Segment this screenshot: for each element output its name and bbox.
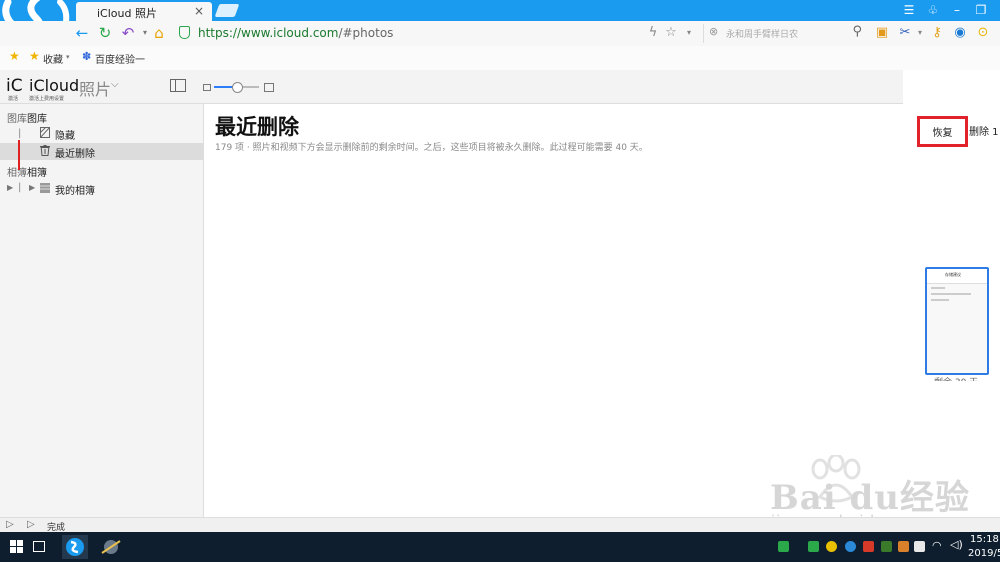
paw-icon: ✽ bbox=[82, 50, 92, 63]
nvidia-tray-icon[interactable] bbox=[881, 541, 892, 552]
thumbnail-line bbox=[931, 299, 949, 301]
tab-icloud-photos[interactable]: iCloud 照片 × bbox=[76, 2, 212, 21]
more-icon[interactable]: ⊙ bbox=[974, 24, 992, 42]
magnifier-extension-icon[interactable]: ◉ bbox=[951, 24, 969, 42]
favorite-star-icon[interactable]: ☆ bbox=[662, 24, 680, 42]
thumbnail-line bbox=[931, 287, 945, 289]
emoji-tray-icon[interactable] bbox=[826, 541, 837, 552]
zoom-slider-thumb[interactable] bbox=[231, 82, 243, 93]
restore-window-icon[interactable]: ❐ bbox=[970, 0, 992, 21]
trash-icon bbox=[40, 145, 50, 156]
restore-button[interactable]: 恢复 bbox=[917, 116, 968, 147]
clock-date[interactable]: 2019/5/ bbox=[968, 548, 1000, 559]
sidebar-item-label: 隐藏 bbox=[55, 131, 75, 142]
bookmark-favorites[interactable]: 收藏 bbox=[43, 51, 63, 66]
status-bar: ▷ ▷ 完成 bbox=[0, 517, 1000, 533]
icloud-short-subtitle: 激活 bbox=[8, 96, 19, 102]
sogou-input-tray-icon[interactable] bbox=[778, 541, 789, 552]
key-icon[interactable]: ⚷ bbox=[928, 24, 946, 42]
library-prefix: 图库 bbox=[7, 114, 27, 125]
secure-shield-icon bbox=[179, 26, 190, 39]
sidebar-item-label: 最近删除 bbox=[55, 149, 95, 160]
display-tray-icon[interactable] bbox=[914, 541, 925, 552]
star-icon: ★ bbox=[29, 49, 40, 63]
task-view-icon[interactable] bbox=[33, 541, 45, 552]
thumbnail-header: 存储建议 bbox=[927, 269, 987, 284]
menu-icon[interactable]: ☰ bbox=[898, 0, 920, 21]
sidebar-toggle-icon[interactable] bbox=[170, 79, 186, 92]
back-icon[interactable]: ← bbox=[72, 24, 92, 42]
tab-title: iCloud 照片 bbox=[97, 7, 157, 20]
step-icon[interactable]: ▷ bbox=[27, 519, 35, 530]
icloud-title[interactable]: iCloud bbox=[29, 76, 79, 95]
bookmark-star-icon[interactable]: ★ bbox=[9, 49, 20, 63]
library-heading[interactable]: 图库 bbox=[27, 110, 47, 125]
clock-time[interactable]: 15:18 bbox=[970, 534, 999, 545]
zoom-slider[interactable] bbox=[214, 82, 259, 93]
thumbnail-line bbox=[931, 293, 971, 295]
url-path: /#photos bbox=[338, 26, 394, 40]
wifi-icon[interactable]: ◠ bbox=[932, 539, 942, 552]
scissors-dropdown-icon[interactable]: ▾ bbox=[911, 24, 929, 42]
satellite-app-taskbar-icon[interactable] bbox=[98, 535, 124, 559]
restore-button-label: 恢复 bbox=[932, 128, 953, 139]
url-input[interactable]: https://www.icloud.com/#photos bbox=[174, 24, 694, 43]
bookmarks-bar: ★ ★ 收藏 ▾ ✽ 百度经验一 bbox=[0, 46, 1000, 71]
photo-thumbnail-selected[interactable]: 存储建议 bbox=[925, 267, 989, 375]
albums-heading[interactable]: 相簿 bbox=[27, 164, 47, 179]
search-icon[interactable]: ⚲ bbox=[852, 24, 862, 39]
favorites-dropdown-icon[interactable]: ▾ bbox=[66, 53, 70, 61]
windows-start-icon[interactable] bbox=[10, 540, 23, 553]
lightning-icon[interactable]: ϟ bbox=[644, 24, 662, 42]
url-domain: https://www.icloud.com bbox=[198, 26, 339, 40]
sidebar-item-hidden[interactable]: 隐藏 bbox=[0, 125, 203, 142]
icloud-short-logo: iC bbox=[6, 76, 23, 96]
minimize-icon[interactable]: – bbox=[946, 0, 968, 21]
icloud-toolbar: iC 激活 iCloud 照片 ⌵ 激活上费用设置 bbox=[0, 70, 903, 104]
url-dropdown-icon[interactable]: ▾ bbox=[680, 24, 698, 42]
annotation-red-mark bbox=[18, 140, 20, 170]
page-title: 最近删除 bbox=[215, 115, 299, 139]
icloud-subtitle: 激活上费用设置 bbox=[29, 96, 65, 102]
albums-prefix: 相簿 bbox=[7, 168, 27, 179]
sidebar-item-my-albums[interactable]: 我的相簿 bbox=[0, 180, 203, 197]
search-input[interactable]: ⊗ 永和周手臂样日农 ⚲ bbox=[703, 24, 864, 43]
page-description: 179 项 · 照片和视频下方会显示删除前的剩余时间。之后，这些项目将被永久删除… bbox=[215, 143, 648, 153]
app-name[interactable]: 照片 bbox=[79, 76, 111, 100]
sidebar-item-label: 我的相簿 bbox=[55, 186, 95, 197]
home-icon[interactable]: ⌂ bbox=[149, 24, 169, 42]
delete-button[interactable]: 删除 1 项 bbox=[969, 123, 1000, 138]
thumbnail-remaining-days: 剩余 30 天 bbox=[934, 375, 978, 381]
bookmark-baidu-jingyan[interactable]: 百度经验一 bbox=[95, 51, 145, 66]
security-tray-icon[interactable] bbox=[808, 541, 819, 552]
search-engine-icon: ⊗ bbox=[709, 25, 719, 38]
volume-icon[interactable]: ◁) bbox=[950, 538, 963, 551]
updater-tray-icon[interactable] bbox=[898, 541, 909, 552]
sogou-browser-taskbar-icon[interactable] bbox=[62, 535, 88, 559]
sidebar-item-recently-deleted[interactable]: 最近删除 bbox=[0, 143, 203, 160]
app-switcher-chevron-icon[interactable]: ⌵ bbox=[111, 79, 119, 90]
extension-book-icon[interactable]: ▣ bbox=[873, 24, 891, 42]
zoom-large-icon[interactable] bbox=[264, 83, 274, 92]
main-content: 最近删除 179 项 · 照片和视频下方会显示删除前的剩余时间。之后，这些项目将… bbox=[204, 104, 903, 517]
browser-tray-icon[interactable] bbox=[845, 541, 856, 552]
sidebar: 图库 图库 | 隐藏 最近删除 相簿 相簿 ▶ | ▶ 我的相簿 bbox=[0, 104, 204, 517]
play-icon[interactable]: ▷ bbox=[6, 519, 14, 530]
skin-icon[interactable]: ♧ bbox=[922, 0, 944, 21]
refresh-icon[interactable]: ↻ bbox=[95, 24, 115, 42]
tab-close-icon[interactable]: × bbox=[194, 4, 204, 18]
album-icon bbox=[40, 183, 50, 193]
windows-taskbar: ◠ ◁) 15:18 2019/5/ bbox=[0, 532, 1000, 562]
hidden-icon bbox=[40, 127, 50, 138]
zoom-small-icon[interactable] bbox=[203, 84, 211, 91]
thumbnail-header-text: 存储建议 bbox=[945, 272, 961, 277]
app-tray-icon[interactable] bbox=[863, 541, 874, 552]
search-placeholder: 永和周手臂样日农 bbox=[726, 30, 799, 40]
